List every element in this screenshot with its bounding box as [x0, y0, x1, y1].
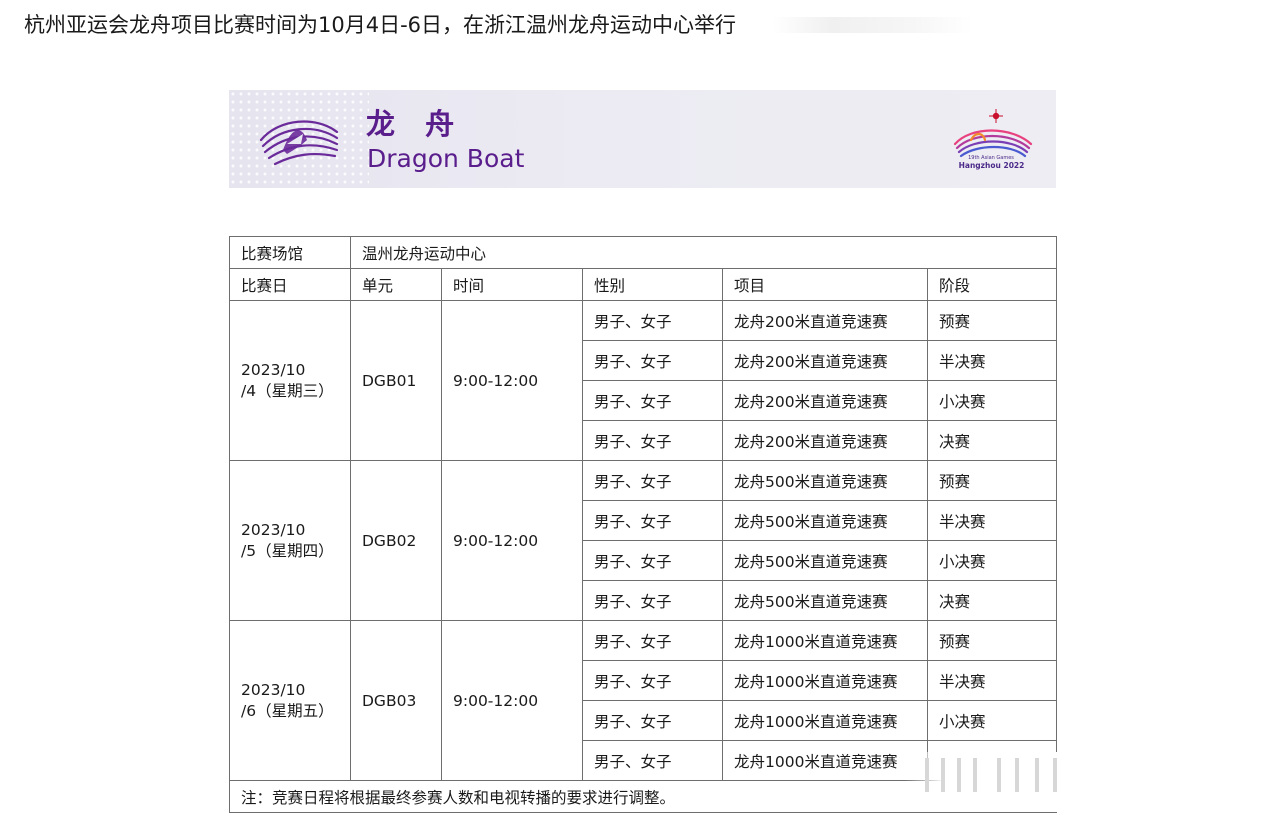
event-cell: 龙舟1000米直道竞速赛 [722, 620, 928, 661]
session-date: 2023/10 /6（星期五） [229, 620, 351, 781]
gender-cell: 男子、女子 [582, 740, 723, 781]
gender-cell: 男子、女子 [582, 620, 723, 661]
gender-cell: 男子、女子 [582, 660, 723, 701]
event-cell: 龙舟1000米直道竞速赛 [722, 740, 928, 781]
stage-cell: 预赛 [926, 460, 1058, 501]
event-cell: 龙舟1000米直道竞速赛 [722, 700, 928, 741]
gender-cell: 男子、女子 [582, 500, 723, 541]
gender-cell: 男子、女子 [582, 580, 723, 621]
gender-cell: 男子、女子 [582, 300, 723, 341]
gender-cell: 男子、女子 [582, 700, 723, 741]
gender-cell: 男子、女子 [582, 340, 723, 381]
date-line: 2023/10 [241, 680, 306, 699]
date-line: /5（星期四） [241, 541, 334, 560]
banner-title-zh: 龙 舟 [366, 107, 465, 141]
stage-cell: 半决赛 [926, 340, 1058, 381]
page-headline: 杭州亚运会龙舟项目比赛时间为10月4日-6日，在浙江温州龙舟运动中心举行 [24, 13, 737, 37]
table-row: 2023/10 /6（星期五） DGB03 9:00-12:00 男子、女子 龙… [229, 620, 1058, 781]
emblem-name: Hangzhou 2022 [958, 161, 1025, 170]
session-time: 9:00-12:00 [441, 460, 583, 621]
session-time: 9:00-12:00 [441, 620, 583, 781]
header-time: 时间 [441, 268, 583, 301]
stage-cell: 小决赛 [926, 700, 1058, 741]
venue-value: 温州龙舟运动中心 [349, 236, 1058, 269]
event-banner: 龙 舟 Dragon Boat 19th Asian Games Hangzho… [229, 90, 1056, 188]
event-cell: 龙舟200米直道竞速赛 [722, 340, 928, 381]
banner-title-en: Dragon Boat [367, 144, 525, 173]
stage-cell: 小决赛 [926, 540, 1058, 581]
header-gender: 性别 [582, 268, 723, 301]
event-cell: 龙舟500米直道竞速赛 [722, 580, 928, 621]
stage-cell: 半决赛 [926, 660, 1058, 701]
event-cell: 龙舟500米直道竞速赛 [722, 540, 928, 581]
gender-cell: 男子、女子 [582, 540, 723, 581]
venue-row: 比赛场馆 温州龙舟运动中心 [229, 236, 1058, 269]
stage-cell: 半决赛 [926, 500, 1058, 541]
session-unit: DGB02 [350, 460, 442, 621]
stage-cell: 预赛 [926, 300, 1058, 341]
watermark-blur [905, 752, 1065, 812]
table-row: 2023/10 /4（星期三） DGB01 9:00-12:00 男子、女子 龙… [229, 300, 1058, 461]
schedule-table: 比赛场馆 温州龙舟运动中心 比赛日 单元 时间 性别 项目 阶段 2023/10… [228, 236, 1058, 813]
event-cell: 龙舟500米直道竞速赛 [722, 460, 928, 501]
stage-cell: 决赛 [926, 420, 1058, 461]
header-row: 比赛日 单元 时间 性别 项目 阶段 [229, 268, 1058, 301]
header-event: 项目 [722, 268, 928, 301]
gender-cell: 男子、女子 [582, 380, 723, 421]
session-date: 2023/10 /5（星期四） [229, 460, 351, 621]
event-cell: 龙舟500米直道竞速赛 [722, 500, 928, 541]
date-line: 2023/10 [241, 360, 306, 379]
table-row: 2023/10 /5（星期四） DGB02 9:00-12:00 男子、女子 龙… [229, 460, 1058, 621]
date-line: /6（星期五） [241, 701, 334, 720]
event-cell: 龙舟200米直道竞速赛 [722, 300, 928, 341]
stage-cell: 决赛 [926, 580, 1058, 621]
stage-cell: 预赛 [926, 620, 1058, 661]
event-cell: 龙舟200米直道竞速赛 [722, 380, 928, 421]
header-date: 比赛日 [229, 268, 351, 301]
event-cell: 龙舟1000米直道竞速赛 [722, 660, 928, 701]
session-date: 2023/10 /4（星期三） [229, 300, 351, 461]
date-line: /4（星期三） [241, 381, 334, 400]
session-unit: DGB03 [350, 620, 442, 781]
session-time: 9:00-12:00 [441, 300, 583, 461]
date-line: 2023/10 [241, 520, 306, 539]
stage-cell: 小决赛 [926, 380, 1058, 421]
gender-cell: 男子、女子 [582, 460, 723, 501]
session-unit: DGB01 [350, 300, 442, 461]
header-stage: 阶段 [926, 268, 1058, 301]
header-unit: 单元 [350, 268, 442, 301]
headline-blur-strip [772, 17, 972, 33]
venue-label: 比赛场馆 [229, 236, 351, 269]
gender-cell: 男子、女子 [582, 420, 723, 461]
event-cell: 龙舟200米直道竞速赛 [722, 420, 928, 461]
dragon-boat-logo-icon [259, 120, 339, 166]
